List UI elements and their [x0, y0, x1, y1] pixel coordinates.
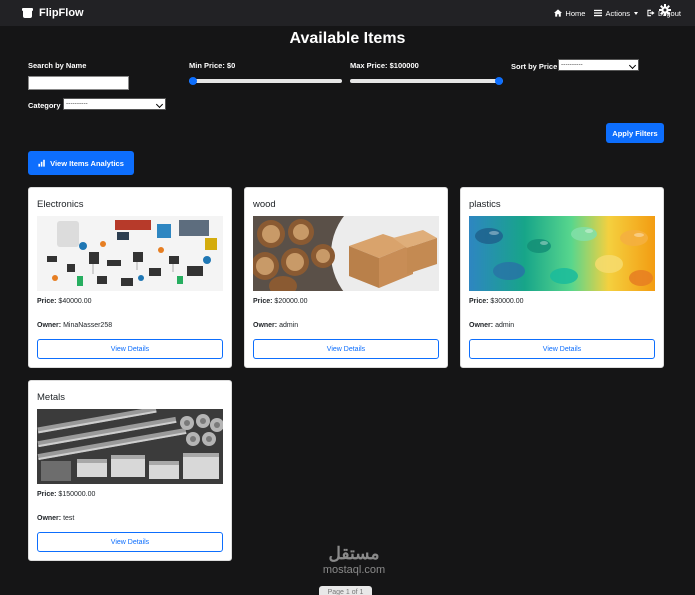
home-icon [554, 9, 563, 17]
item-owner: Owner: admin [469, 322, 515, 329]
item-image [469, 216, 655, 291]
max-price-track [350, 79, 503, 83]
logout-icon [647, 9, 655, 17]
sort-label: Sort by Price [511, 62, 558, 71]
chart-bar-icon [38, 159, 45, 167]
item-price: Price: $30000.00 [469, 298, 524, 305]
view-details-button[interactable]: View Details [469, 339, 655, 359]
brand-name: FlipFlow [39, 7, 84, 19]
item-owner: Owner: test [37, 515, 75, 522]
nav-home-link[interactable]: Home [554, 9, 585, 18]
item-image [253, 216, 439, 291]
min-price-track [189, 79, 342, 83]
item-title: wood [253, 199, 276, 210]
item-card: Metals Price: $150000.00 Owner: test Vie… [28, 380, 232, 561]
navbar: FlipFlow Home Actions Logout [0, 0, 695, 26]
page-title: Available Items [289, 30, 406, 47]
view-analytics-label: View Items Analytics [50, 158, 124, 168]
pagination-indicator: Page 1 of 1 [319, 586, 372, 595]
item-image [37, 409, 223, 484]
item-card: Electronics Price: $40000.00 Owner: Mina… [28, 187, 232, 368]
apply-filters-button[interactable]: Apply Filters [606, 123, 664, 143]
theme-toggle-gear-icon[interactable] [659, 3, 671, 16]
nav-actions-dropdown[interactable]: Actions [594, 8, 639, 18]
watermark-arabic: مستقل [328, 544, 380, 563]
brand[interactable]: FlipFlow [22, 7, 84, 19]
min-price-slider[interactable] [189, 75, 342, 87]
search-label: Search by Name [28, 61, 87, 70]
category-label: Category [28, 101, 61, 110]
item-title: plastics [469, 199, 501, 210]
item-image [37, 216, 223, 291]
nav-actions-label: Actions [605, 8, 631, 18]
nav-home-label: Home [565, 8, 586, 18]
max-price-label: Max Price: $100000 [350, 61, 419, 70]
view-details-button[interactable]: View Details [37, 532, 223, 552]
view-details-button[interactable]: View Details [37, 339, 223, 359]
search-input[interactable] [28, 76, 129, 90]
item-card: wood Price: $20000.00 Owner: admin View … [244, 187, 448, 368]
watermark: مستقل mostaql.com [318, 544, 390, 576]
view-details-button[interactable]: View Details [253, 339, 439, 359]
chevron-down-icon [634, 11, 639, 15]
max-price-slider[interactable] [350, 75, 503, 87]
sort-select[interactable]: ---------- [558, 59, 639, 71]
item-owner: Owner: MinaNasser258 [37, 322, 113, 329]
item-card: plastics Price: $30000.00 Owner: admin V… [460, 187, 664, 368]
menu-icon [594, 9, 603, 17]
item-price: Price: $150000.00 [37, 491, 96, 498]
item-price: Price: $20000.00 [253, 298, 308, 305]
shop-icon [22, 8, 33, 18]
view-analytics-button[interactable]: View Items Analytics [28, 151, 134, 175]
category-select[interactable]: ---------- [63, 98, 166, 110]
min-price-label: Min Price: $0 [189, 61, 236, 70]
max-price-thumb[interactable] [495, 77, 503, 85]
min-price-thumb[interactable] [189, 77, 197, 85]
item-price: Price: $40000.00 [37, 298, 92, 305]
watermark-latin: mostaql.com [322, 564, 386, 576]
item-title: Electronics [37, 199, 84, 210]
item-title: Metals [37, 392, 65, 403]
item-owner: Owner: admin [253, 322, 299, 329]
